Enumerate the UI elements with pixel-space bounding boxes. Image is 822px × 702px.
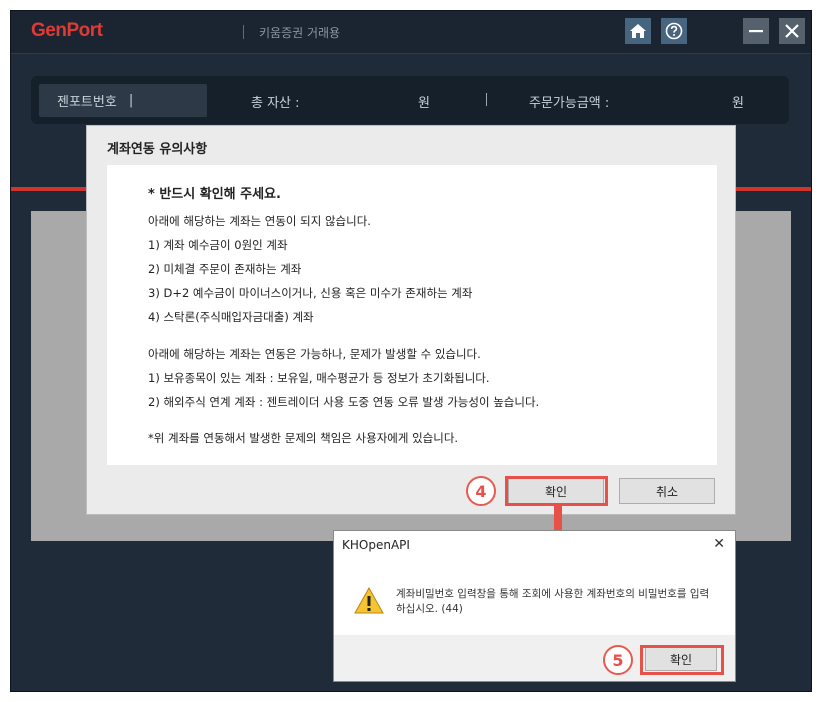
notice-line: 1) 계좌 예수금이 0원인 계좌 (148, 238, 288, 252)
notice-footnote: *위 계좌를 연동해서 발생한 문제의 책임은 사용자에게 있습니다. (148, 431, 459, 445)
popup-title: KHOpenAPI (342, 538, 410, 552)
notice-line: 1) 보유종목이 있는 계좌 : 보유일, 매수평균가 등 정보가 초기화됩니다… (148, 371, 490, 385)
step-4-number: 4 (475, 481, 487, 501)
step-4-badge: 4 (466, 476, 496, 506)
orderable-amount-label: 주문가능금액 : (529, 96, 610, 111)
notice-line: 아래에 해당하는 계좌는 연동이 되지 않습니다. (148, 214, 371, 228)
notice-line: 아래에 해당하는 계좌는 연동은 가능하나, 문제가 발생할 수 있습니다. (148, 347, 481, 361)
cancel-button[interactable]: 취소 (619, 478, 715, 504)
notice-line: 4) 스탁론(주식매입자금대출) 계좌 (148, 310, 314, 324)
dialog-title: 계좌연동 유의사항 (107, 142, 208, 157)
info-separator (486, 93, 487, 106)
app-logo: GenPort (31, 20, 103, 41)
home-button[interactable] (625, 18, 651, 44)
notice-line: 3) D+2 예수금이 마이너스이거나, 신용 혹은 미수가 존재하는 계좌 (148, 286, 473, 300)
title-separator (243, 25, 244, 39)
popup-confirm-highlight (640, 645, 724, 675)
notice-line: 2) 미체결 주문이 존재하는 계좌 (148, 262, 302, 276)
account-info-bar: 젠포트번호 | 총 자산 : 원 주문가능금액 : 원 (31, 76, 789, 124)
home-icon (630, 24, 646, 38)
orderable-amount-unit: 원 (732, 96, 744, 111)
notice-heading: * 반드시 확인해 주세요. (148, 187, 281, 202)
title-divider (11, 53, 811, 54)
help-button[interactable] (661, 18, 687, 44)
notice-line: 2) 해외주식 연계 계좌 : 젠트레이더 사용 도중 연동 오류 발생 가능성… (148, 395, 540, 409)
help-icon (665, 22, 683, 40)
notice-body: * 반드시 확인해 주세요. 아래에 해당하는 계좌는 연동이 되지 않습니다.… (107, 165, 717, 465)
total-assets-label: 총 자산 : (251, 96, 300, 111)
account-label: 젠포트번호 (57, 95, 117, 110)
title-bar: GenPort 키움증권 거래용 (11, 11, 811, 53)
minimize-icon (749, 30, 763, 33)
total-assets-unit: 원 (418, 96, 430, 111)
account-link-notice-dialog: 계좌연동 유의사항 * 반드시 확인해 주세요. 아래에 해당하는 계좌는 연동… (86, 125, 736, 515)
minimize-button[interactable] (743, 18, 769, 44)
close-icon (785, 24, 799, 38)
confirm-highlight (505, 476, 608, 506)
popup-close-button[interactable]: ✕ (713, 536, 725, 552)
step-5-number: 5 (612, 650, 624, 670)
close-button[interactable] (779, 18, 805, 44)
popup-message: 계좌비밀번호 입력창을 통해 조회에 사용한 계좌번호의 비밀번호를 입력하십시… (396, 588, 710, 615)
broker-label: 키움증권 거래용 (259, 26, 341, 40)
warning-icon (354, 587, 384, 614)
account-separator: | (128, 93, 134, 108)
account-number-field[interactable]: 젠포트번호 | (39, 84, 207, 117)
step-5-badge: 5 (603, 645, 633, 675)
